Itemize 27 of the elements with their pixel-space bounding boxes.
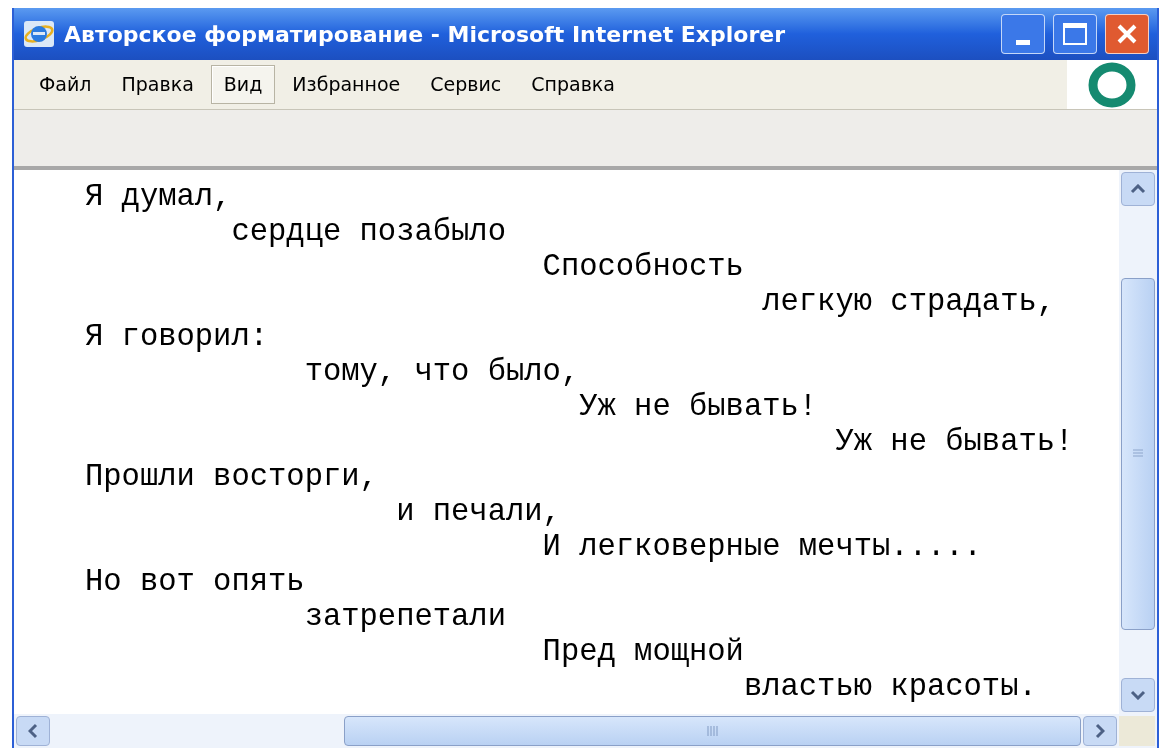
vertical-scrollbar[interactable] (1119, 170, 1157, 714)
browser-logo-icon (22, 19, 56, 49)
menu-item[interactable]: Сервис (417, 65, 515, 104)
menu-item[interactable]: Правка (108, 65, 207, 104)
scroll-thumb[interactable] (1121, 278, 1155, 630)
scroll-right-button[interactable] (1083, 716, 1117, 746)
scroll-down-button[interactable] (1121, 678, 1155, 712)
scroll-left-button[interactable] (16, 716, 50, 746)
scrollbar-corner (1119, 716, 1155, 746)
chevron-left-icon (28, 723, 38, 739)
menu-item[interactable]: Вид (210, 65, 276, 104)
menu-item[interactable]: Избранное (279, 65, 414, 104)
throbber-icon (1087, 61, 1137, 108)
horizontal-scrollbar[interactable] (14, 714, 1157, 748)
chevron-up-icon (1130, 184, 1146, 194)
chevron-right-icon (1095, 723, 1105, 739)
close-icon (1116, 23, 1138, 45)
menu-item[interactable]: Файл (26, 65, 105, 104)
horizontal-scroll-thumb[interactable] (344, 716, 1081, 746)
maximize-button[interactable] (1053, 14, 1097, 54)
close-button[interactable] (1105, 14, 1149, 54)
scroll-up-button[interactable] (1121, 172, 1155, 206)
poem-text: Я думал, сердце позабыло Способность легкую страдать, Я говорил: тому, что было, Уж не бывать! Уж не бывать! Прошли восторги, и печали, И легковерные мечты..... Но вот опять затрепетали Пред мощной властью красоты. (84, 179, 1075, 706)
window-title: Авторское форматирование - Microsoft Internet Explorer (64, 20, 787, 49)
minimize-button[interactable] (1001, 14, 1045, 54)
menu-item[interactable]: Справка (518, 65, 628, 104)
chevron-down-icon (1130, 690, 1146, 700)
